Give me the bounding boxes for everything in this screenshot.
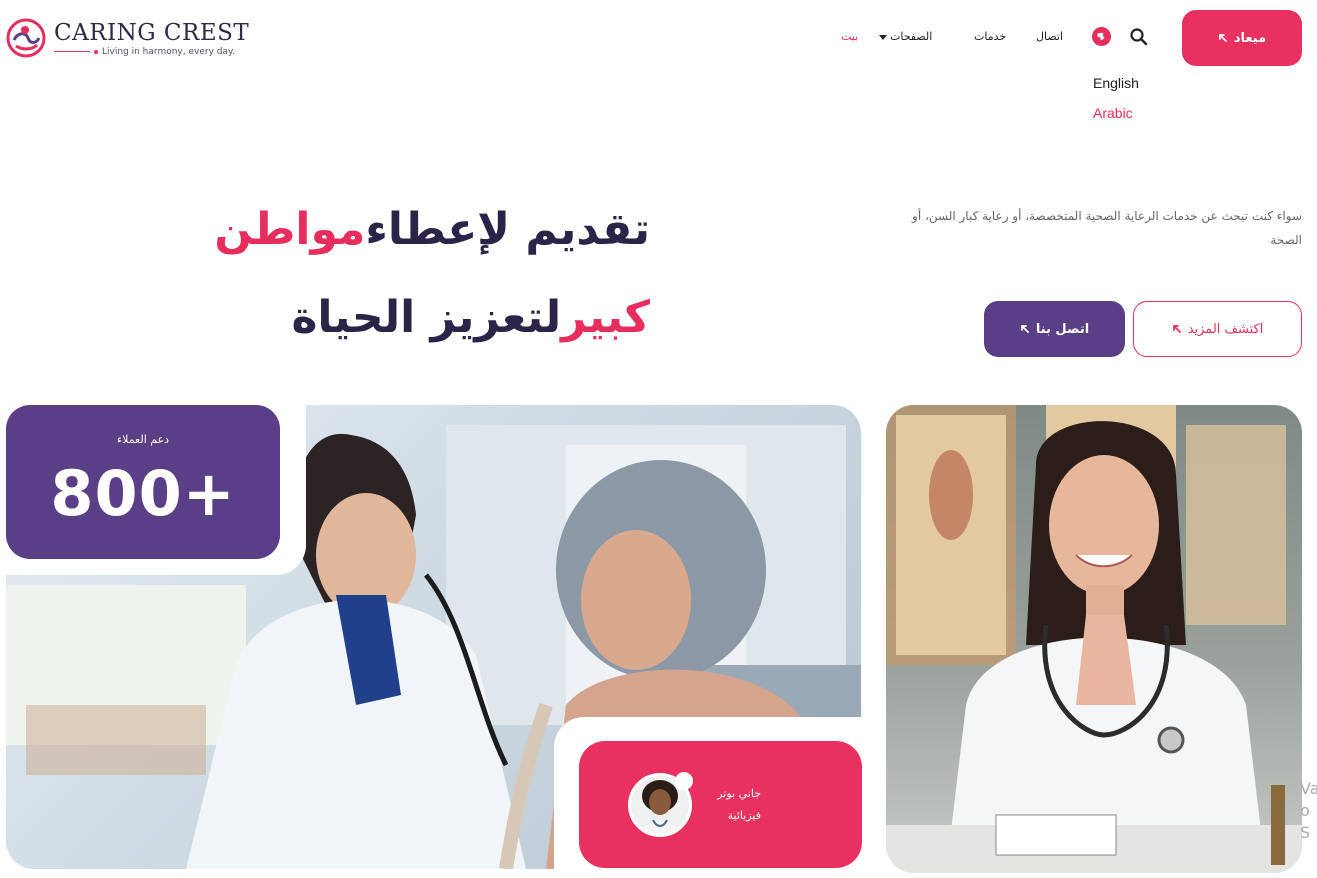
nav-services[interactable]: خدمات — [974, 30, 1006, 43]
hero-photo-doctor — [886, 405, 1302, 873]
edge-text-line-2: o S — [1300, 801, 1311, 842]
language-option-arabic[interactable]: Arabic — [1093, 105, 1133, 121]
nav-pages-label: الصفحات — [890, 30, 933, 43]
customer-support-stat-card: دعم العملاء 800+ — [6, 405, 280, 559]
online-status-dot — [675, 772, 693, 790]
explore-more-button[interactable]: اكتشف المزيد — [1133, 301, 1302, 357]
nav-home[interactable]: بيت — [841, 30, 858, 43]
doctor-role: فيزيائية — [727, 809, 761, 822]
arrow-up-left-icon — [1020, 325, 1029, 333]
language-option-english[interactable]: English — [1093, 75, 1139, 91]
contact-us-label: اتصل بنا — [1035, 321, 1090, 337]
nav-contact[interactable]: اتصال — [1036, 30, 1063, 43]
stat-label: دعم العملاء — [116, 433, 170, 446]
logo-mark-icon — [6, 18, 46, 58]
hero-title-part1: تقديم لإعطاء — [365, 204, 650, 255]
doctor-name: جاني بوتر — [717, 787, 761, 800]
arrow-up-left-icon — [1218, 34, 1227, 42]
hero-description: سواء كنت تبحث عن خدمات الرعاية الصحية ال… — [912, 209, 1302, 247]
brand-name: CARING CREST — [54, 19, 250, 46]
explore-more-label: اكتشف المزيد — [1187, 321, 1264, 337]
doctor-profile-card[interactable]: جاني بوتر فيزيائية — [579, 741, 862, 868]
nav-pages[interactable]: الصفحات — [879, 30, 932, 43]
appointment-button-label: ميعاد — [1233, 30, 1267, 46]
brand-tagline: Living in harmony, every day. — [102, 46, 235, 57]
doctor-illustration — [886, 405, 1302, 873]
brand-logo[interactable]: CARING CREST Living in harmony, every da… — [6, 18, 249, 58]
hero-title: تقديم لإعطاءمواطن كبيرلتعزيز الحياة — [10, 186, 650, 362]
appointment-button[interactable]: ميعاد — [1182, 10, 1302, 66]
offscreen-edge-text: Va o S — [1300, 778, 1317, 844]
caret-down-icon — [879, 35, 887, 40]
tagline-divider — [54, 51, 90, 52]
arrow-up-left-icon — [1172, 325, 1181, 333]
contact-us-button[interactable]: اتصل بنا — [984, 301, 1125, 357]
tagline-dot — [94, 49, 98, 54]
edge-text-line-1: Va — [1300, 779, 1317, 798]
hero-title-part2: لتعزيز الحياة — [291, 292, 562, 343]
globe-icon[interactable] — [1092, 27, 1111, 46]
search-icon[interactable] — [1129, 27, 1149, 47]
stat-value: 800+ — [50, 457, 236, 530]
